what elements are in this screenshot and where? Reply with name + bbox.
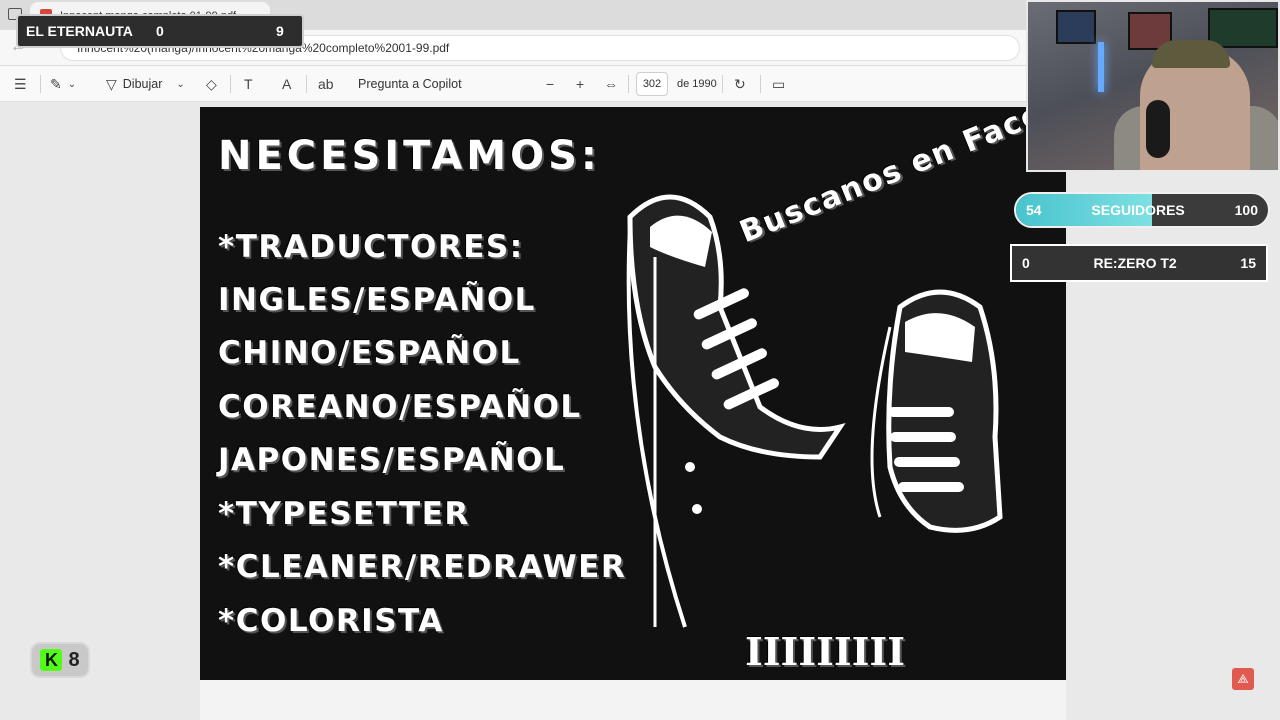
eraser-icon: ◇ [206,75,217,92]
rezero-label: RE:ZERO T2 [1093,255,1177,271]
rezero-goal: 15 [1240,255,1256,271]
followers-label: SEGUIDORES [1091,202,1185,218]
chevron-down-icon: ⌄ [67,78,77,90]
eternauta-name: EL ETERNAUTA [26,23,133,39]
page-number-field[interactable]: 302 [636,66,668,102]
rezero-current: 0 [1022,255,1030,271]
eternauta-score-a: 0 [156,23,164,39]
draw-button[interactable]: ▽ Dibujar ⌄ [106,66,185,102]
followers-current: 54 [1026,202,1042,218]
page-total-label: de 1990 [677,78,717,90]
page-total: de 1990 [677,66,717,102]
poster [1208,8,1278,48]
translate-icon: ab [318,76,334,92]
read-aloud-button[interactable]: A [282,66,291,102]
kick-count: 8 [68,648,80,671]
draw-label: Dibujar [122,77,163,91]
fit-width-button[interactable]: ⇔ [604,66,618,102]
rezero-counter: 0 RE:ZERO T2 15 [1010,244,1268,282]
list-icon: ☰ [14,75,27,92]
rotate-button[interactable]: ↻ [734,66,746,102]
eternauta-score-overlay: EL ETERNAUTA 0 9 [16,14,304,48]
page-view-icon: ▭ [772,75,786,92]
followers-goal-bar: 54 SEGUIDORES 100 [1014,192,1270,228]
zoom-out-button[interactable]: − [546,66,554,102]
kick-logo-icon: K [40,649,63,671]
read-aloud-icon: A [282,76,292,92]
zoom-out-icon: − [546,76,555,92]
rotate-icon: ↻ [734,75,746,92]
webcam-feed [1026,0,1280,172]
translate-button[interactable]: ab [318,66,334,102]
kick-badge: K 8 [30,642,90,678]
eternauta-score-b: 9 [276,23,284,39]
screen: Innocent manga completo 01-99.pdf ← Inno… [0,0,1280,720]
acrobat-icon[interactable]: ⟁ [1232,668,1254,690]
zoom-in-icon: + [576,76,585,92]
fit-width-icon: ⇔ [604,76,618,92]
contents-button[interactable]: ☰ [14,66,27,102]
text-box-icon: T [244,76,253,92]
highlight-button[interactable]: ✎ ⌄ [50,66,76,102]
sneakers-illustration [626,194,1003,628]
pen-icon: ▽ [106,75,117,92]
poster [1056,10,1096,44]
copilot-button[interactable]: Pregunta a Copilot [358,66,462,102]
highlighter-icon: ✎ [50,75,62,92]
copilot-label: Pregunta a Copilot [358,77,462,91]
pdf-page: NECESITAMOS: *TRADUCTORES: INGLES/ESPAÑO… [200,79,1090,719]
erase-button[interactable]: ◇ [206,66,217,102]
add-text-button[interactable]: T [244,66,253,102]
followers-goal: 100 [1234,202,1258,218]
microphone [1146,100,1170,158]
next-page-edge [200,680,1066,720]
chevron-down-icon: ⌄ [176,78,185,90]
page-view-button[interactable]: ▭ [772,66,785,102]
zoom-in-button[interactable]: + [576,66,584,102]
page-number-input[interactable]: 302 [636,72,668,96]
